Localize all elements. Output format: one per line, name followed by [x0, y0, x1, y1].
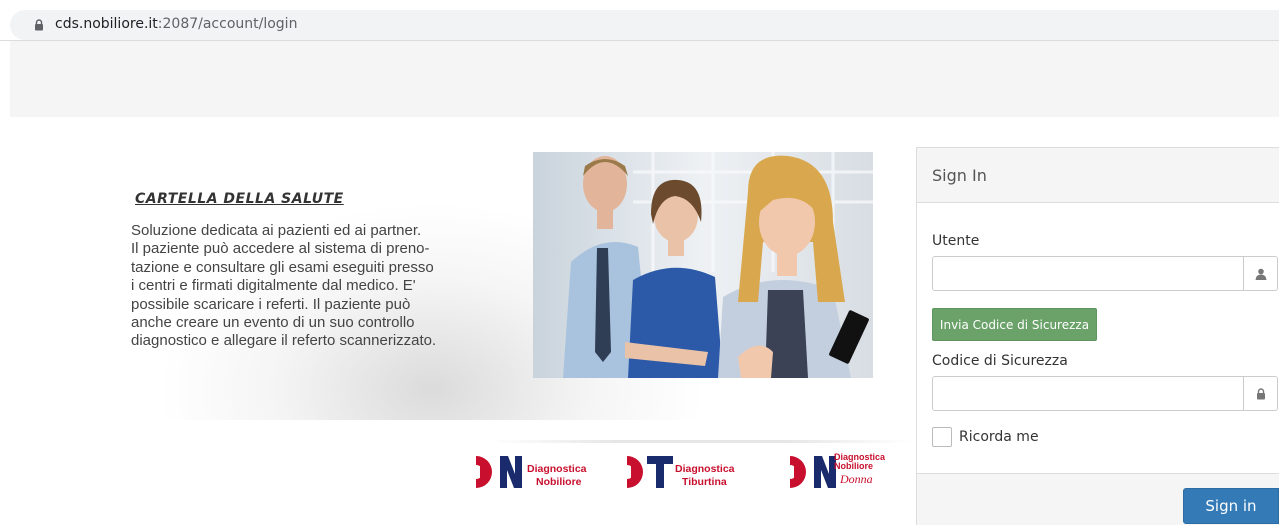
logo-line: Donna	[840, 472, 873, 486]
signin-title: Sign In	[932, 166, 987, 185]
sign-in-button[interactable]: Sign in	[1183, 488, 1279, 524]
promo-line: diagnostico e allegare il referto scanne…	[131, 332, 437, 350]
url-host: cds.nobiliore.it	[55, 16, 158, 32]
user-label: Utente	[932, 233, 980, 249]
promo-line: Il paziente può accedere al sistema di p…	[131, 240, 430, 258]
logo-line: Nobiliore	[834, 461, 874, 471]
logo-line: Nobiliore	[536, 476, 582, 488]
user-input-group	[932, 256, 1278, 291]
promo-line: i centri e firmati digitalmente dal medi…	[131, 277, 416, 295]
send-security-code-button[interactable]: Invia Codice di Sicurezza	[932, 308, 1097, 341]
team-photo-illustration	[533, 152, 873, 378]
dt-logo-icon	[627, 456, 673, 488]
security-code-input[interactable]	[933, 377, 1243, 410]
lock-icon	[1256, 387, 1265, 399]
signin-panel-header: Sign In	[917, 148, 1279, 203]
header-band	[10, 41, 1279, 117]
promo-line: anche creare un evento di un suo control…	[131, 314, 415, 332]
remember-me-label[interactable]: Ricorda me	[959, 429, 1039, 445]
user-input[interactable]	[933, 257, 1243, 290]
url-path: :2087/account/login	[157, 16, 298, 32]
user-icon	[1255, 268, 1266, 280]
dn-logo-icon	[476, 456, 522, 488]
promo-line: Soluzione dedicata ai pazienti ed ai par…	[131, 222, 422, 239]
remember-me-checkbox[interactable]	[932, 427, 952, 447]
browser-url-bar: cds.nobiliore.it:2087/account/login	[0, 0, 1279, 41]
logos-divider	[490, 440, 912, 443]
logo-line: Diagnostica	[527, 463, 587, 475]
promo-line: possibile scaricare i referti. Il pazien…	[131, 295, 411, 313]
promo-line: tazione e consultare gli esami eseguiti …	[131, 258, 434, 276]
logo-line: Diagnostica	[675, 463, 735, 475]
team-photo	[533, 152, 873, 378]
logo-diagnostica-nobiliore: Diagnostica Nobiliore	[474, 452, 594, 494]
url-text[interactable]: cds.nobiliore.it:2087/account/login	[55, 16, 297, 32]
logo-diagnostica-tiburtina: Diagnostica Tiburtina	[625, 452, 745, 494]
security-code-addon	[1243, 377, 1277, 410]
promo-description: Soluzione dedicata ai pazienti ed ai par…	[131, 222, 501, 351]
user-addon	[1243, 257, 1277, 290]
dn-donna-logo-icon	[790, 456, 836, 488]
signin-panel: Sign In Utente Invia Codice di Sicurezza…	[916, 147, 1279, 525]
security-code-input-group	[932, 376, 1278, 411]
logo-line: Tiburtina	[682, 476, 727, 488]
promo-title: CARTELLA DELLA SALUTE	[135, 191, 344, 207]
lock-icon	[35, 19, 43, 31]
security-code-label: Codice di Sicurezza	[932, 353, 1068, 369]
logo-diagnostica-nobiliore-donna: Diagnostica Nobiliore Donna	[788, 452, 898, 494]
